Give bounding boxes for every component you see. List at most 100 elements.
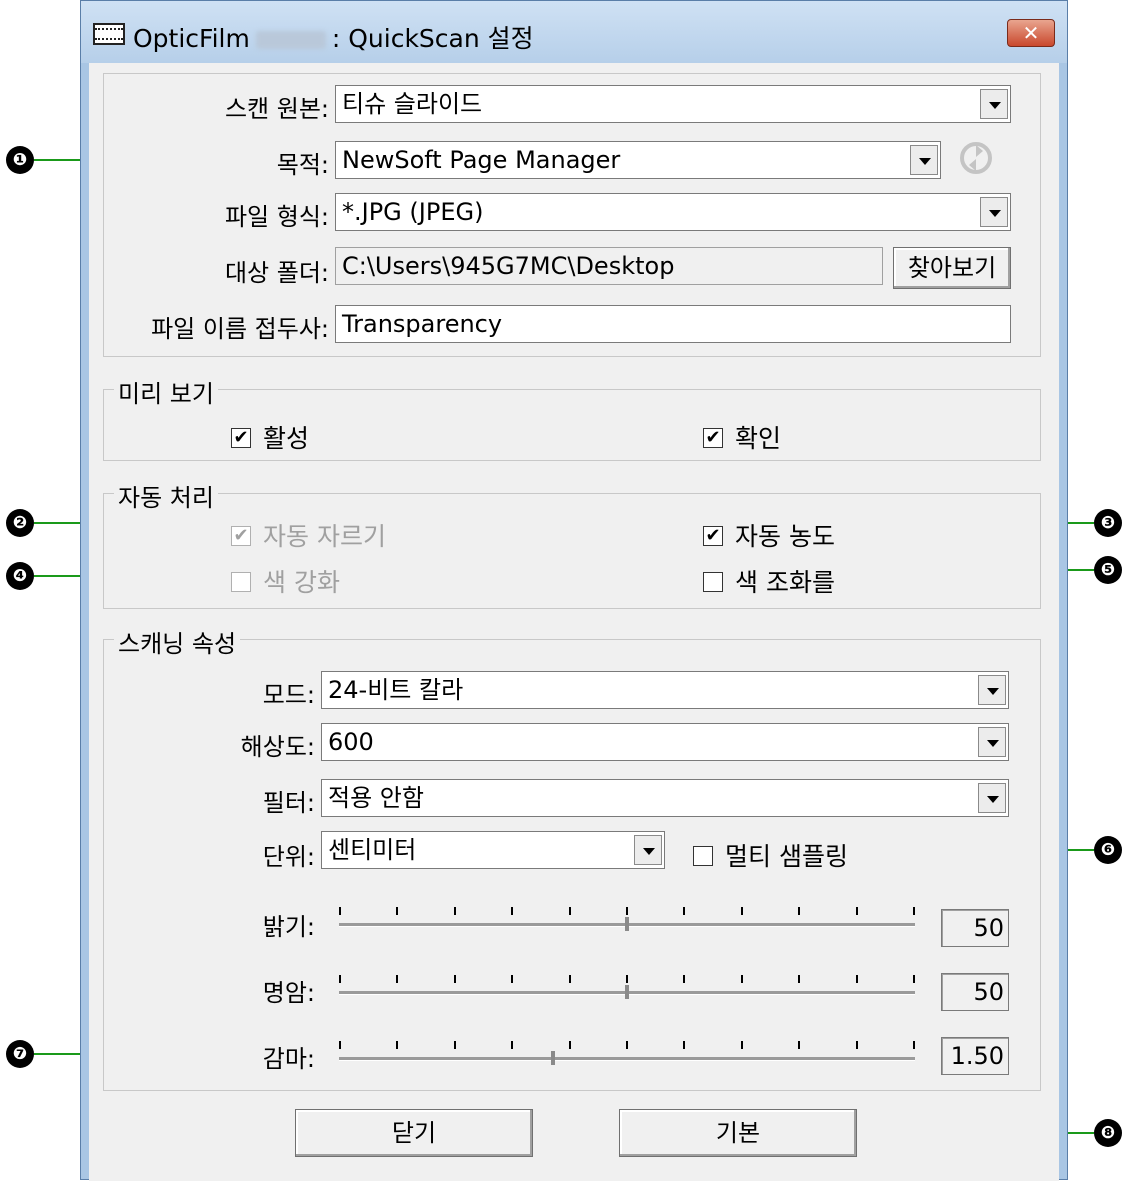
file-format-dropdown[interactable]: *.JPG (JPEG) bbox=[335, 193, 1011, 231]
checkmark-icon: ✔ bbox=[231, 526, 251, 546]
mode-label: 모드: bbox=[262, 681, 315, 709]
callout-3: ❸ bbox=[1094, 509, 1122, 537]
contrast-value: 50 bbox=[941, 973, 1009, 1011]
unit-value: 센티미터 bbox=[328, 836, 417, 864]
auto-crop-label: 자동 자르기 bbox=[263, 522, 386, 551]
chevron-down-icon[interactable] bbox=[978, 783, 1006, 813]
file-prefix-value: Transparency bbox=[342, 310, 503, 338]
slider-tick bbox=[913, 975, 915, 983]
empty-checkbox-icon bbox=[693, 846, 713, 866]
auto-density-label: 자동 농도 bbox=[735, 522, 835, 551]
resolution-label: 해상도: bbox=[240, 733, 315, 761]
callout-5: ❺ bbox=[1094, 556, 1122, 584]
file-prefix-input[interactable]: Transparency bbox=[335, 305, 1011, 343]
unit-label: 단위: bbox=[262, 843, 315, 871]
slider-tick bbox=[683, 1041, 685, 1049]
chevron-down-icon[interactable] bbox=[978, 675, 1006, 705]
chevron-down-icon[interactable] bbox=[980, 89, 1008, 119]
filter-label: 필터: bbox=[262, 789, 315, 817]
title-suffix: : QuickScan 설정 bbox=[331, 24, 534, 53]
multisample-checkbox[interactable]: 멀티 샘플링 bbox=[693, 837, 848, 873]
slider-tick bbox=[856, 975, 858, 983]
preview-confirm-label: 확인 bbox=[735, 424, 782, 453]
preview-confirm-checkbox[interactable]: ✔ 확인 bbox=[703, 419, 781, 455]
blurred-model-name bbox=[255, 31, 326, 49]
contrast-label: 명암: bbox=[262, 979, 315, 1007]
slider-tick bbox=[454, 907, 456, 915]
brightness-value: 50 bbox=[941, 909, 1009, 947]
auto-process-group-title: 자동 처리 bbox=[114, 478, 218, 513]
brightness-label: 밝기: bbox=[262, 913, 315, 941]
slider-tick bbox=[339, 975, 341, 983]
slider-tick bbox=[396, 975, 398, 983]
slider-thumb[interactable] bbox=[625, 917, 629, 931]
close-icon: ✕ bbox=[1022, 21, 1040, 45]
auto-density-checkbox[interactable]: ✔ 자동 농도 bbox=[703, 517, 835, 553]
slider-tick bbox=[511, 1041, 513, 1049]
unit-dropdown[interactable]: 센티미터 bbox=[321, 831, 665, 869]
app-name: OpticFilm bbox=[133, 24, 250, 53]
slider-tick bbox=[626, 1041, 628, 1049]
slider-tick bbox=[626, 907, 628, 915]
slider-tick bbox=[683, 975, 685, 983]
slider-tick bbox=[569, 975, 571, 983]
slider-tick bbox=[569, 1041, 571, 1049]
target-folder-field: C:\Users\945G7MC\Desktop bbox=[335, 247, 883, 285]
slider-tick bbox=[856, 1041, 858, 1049]
close-dialog-button[interactable]: 닫기 bbox=[295, 1109, 533, 1157]
callout-6: ❻ bbox=[1094, 836, 1122, 864]
title-bar[interactable]: OpticFilm : QuickScan 설정 ✕ bbox=[81, 1, 1067, 63]
brightness-slider[interactable] bbox=[339, 901, 915, 941]
gamma-value: 1.50 bbox=[941, 1037, 1009, 1075]
film-strip-icon bbox=[93, 23, 125, 45]
destination-dropdown[interactable]: NewSoft Page Manager bbox=[335, 141, 941, 179]
chevron-down-icon[interactable] bbox=[910, 145, 938, 175]
slider-tick bbox=[798, 907, 800, 915]
scan-source-value: 티슈 슬라이드 bbox=[342, 90, 483, 118]
preview-enable-checkbox[interactable]: ✔ 활성 bbox=[231, 419, 309, 455]
callout-7: ❼ bbox=[6, 1040, 34, 1068]
callout-4: ❹ bbox=[6, 562, 34, 590]
color-enhance-checkbox: 색 강화 bbox=[231, 563, 340, 599]
filter-value: 적용 안함 bbox=[328, 784, 424, 812]
dialog-client-area: 스캔 원본: 티슈 슬라이드 목적: NewSoft Page Manager … bbox=[89, 63, 1059, 1181]
slider-tick bbox=[511, 975, 513, 983]
browse-button[interactable]: 찾아보기 bbox=[893, 247, 1011, 289]
destination-label: 목적: bbox=[276, 151, 329, 179]
slider-tick bbox=[454, 1041, 456, 1049]
scan-source-dropdown[interactable]: 티슈 슬라이드 bbox=[335, 85, 1011, 123]
arrow-cycle-icon[interactable] bbox=[957, 139, 995, 177]
checkmark-icon: ✔ bbox=[703, 526, 723, 546]
destination-value: NewSoft Page Manager bbox=[342, 146, 621, 174]
chevron-down-icon[interactable] bbox=[978, 727, 1006, 757]
slider-thumb[interactable] bbox=[551, 1051, 555, 1065]
close-button[interactable]: ✕ bbox=[1007, 19, 1055, 47]
mode-value: 24-비트 칼라 bbox=[328, 676, 464, 704]
color-harmony-checkbox[interactable]: 색 조화를 bbox=[703, 563, 835, 599]
slider-tick bbox=[454, 975, 456, 983]
checkmark-icon: ✔ bbox=[703, 428, 723, 448]
file-prefix-label: 파일 이름 접두사: bbox=[151, 315, 329, 343]
multisample-label: 멀티 샘플링 bbox=[725, 842, 848, 871]
slider-thumb[interactable] bbox=[625, 985, 629, 999]
slider-tick bbox=[798, 1041, 800, 1049]
scan-source-label: 스캔 원본: bbox=[224, 95, 329, 123]
callout-2: ❷ bbox=[6, 509, 34, 537]
color-harmony-label: 색 조화를 bbox=[735, 568, 835, 597]
slider-tick bbox=[396, 1041, 398, 1049]
mode-dropdown[interactable]: 24-비트 칼라 bbox=[321, 671, 1009, 709]
filter-dropdown[interactable]: 적용 안함 bbox=[321, 779, 1009, 817]
default-button[interactable]: 기본 bbox=[619, 1109, 857, 1157]
contrast-slider[interactable] bbox=[339, 969, 915, 1009]
preview-group-title: 미리 보기 bbox=[114, 374, 218, 409]
slider-track bbox=[339, 1057, 915, 1061]
quickscan-settings-window: OpticFilm : QuickScan 설정 ✕ 스캔 원본: 티슈 슬라이드… bbox=[80, 0, 1068, 1181]
target-folder-label: 대상 폴더: bbox=[224, 259, 329, 287]
chevron-down-icon[interactable] bbox=[634, 835, 662, 865]
chevron-down-icon[interactable] bbox=[980, 197, 1008, 227]
auto-crop-checkbox: ✔ 자동 자르기 bbox=[231, 517, 386, 553]
gamma-slider[interactable] bbox=[339, 1035, 915, 1075]
slider-tick bbox=[913, 907, 915, 915]
resolution-dropdown[interactable]: 600 bbox=[321, 723, 1009, 761]
slider-tick bbox=[798, 975, 800, 983]
